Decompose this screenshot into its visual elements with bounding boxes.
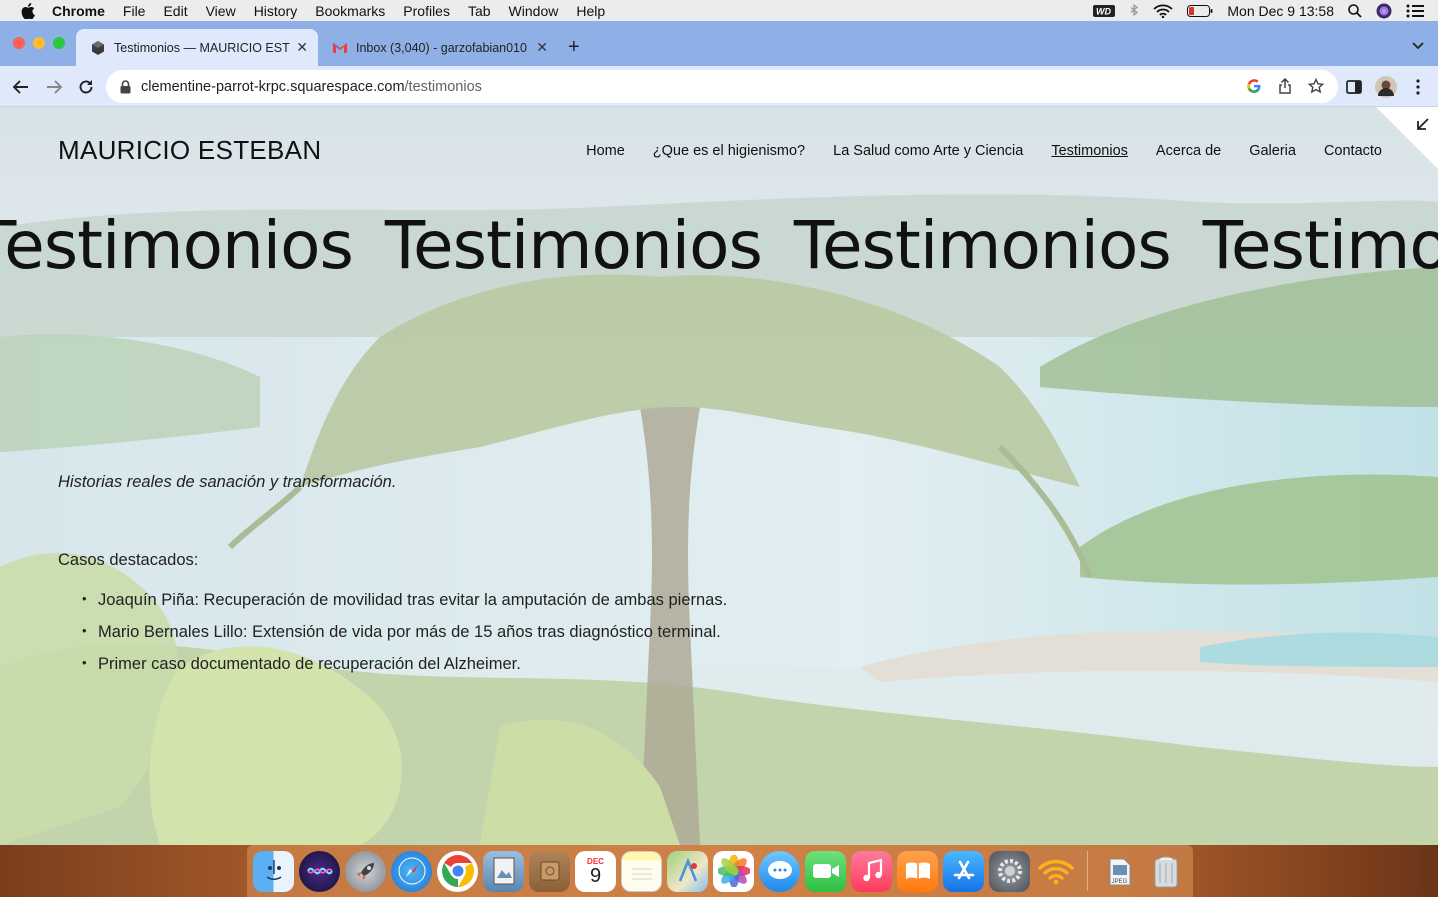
wifi-signal-dock-icon[interactable] (1035, 851, 1076, 892)
tab-testimonios[interactable]: Testimonios — MAURICIO ESTEBAN ✕ (76, 29, 318, 66)
tab-close-icon[interactable]: ✕ (296, 39, 308, 56)
menu-tab[interactable]: Tab (468, 3, 491, 19)
share-icon[interactable] (1278, 77, 1292, 99)
menu-bookmarks[interactable]: Bookmarks (315, 3, 385, 19)
bookmark-star-icon[interactable] (1307, 77, 1325, 99)
nav-home[interactable]: Home (586, 143, 625, 159)
new-tab-plus-icon[interactable]: + (568, 36, 580, 59)
window-minimize-button[interactable] (33, 37, 45, 49)
list-item: Primer caso documentado de recuperación … (82, 655, 727, 674)
nav-salud-arte-ciencia[interactable]: La Salud como Arte y Ciencia (833, 143, 1023, 159)
notefile-app-icon[interactable] (529, 850, 570, 892)
spotlight-search-icon[interactable] (1348, 0, 1362, 21)
finder-icon[interactable] (253, 850, 294, 892)
siri-app-icon[interactable] (299, 850, 340, 892)
tab-search-chevron-icon[interactable] (1412, 37, 1424, 55)
reload-icon[interactable] (74, 75, 98, 99)
window-close-button[interactable] (13, 37, 25, 49)
books-app-icon[interactable] (897, 850, 938, 892)
cases-heading: Casos destacados: (58, 551, 199, 569)
trash-icon[interactable] (1145, 851, 1186, 892)
nav-acerca-de[interactable]: Acerca de (1156, 143, 1221, 159)
menu-file[interactable]: File (123, 3, 146, 19)
app-store-icon[interactable] (943, 850, 984, 892)
site-title[interactable]: MAURICIO ESTEBAN (58, 135, 321, 166)
menu-profiles[interactable]: Profiles (403, 3, 450, 19)
google-lens-icon[interactable] (1246, 78, 1262, 99)
preview-app-icon[interactable] (483, 850, 524, 892)
wd-drive-icon[interactable]: WD (1093, 0, 1116, 21)
menu-app-name[interactable]: Chrome (52, 3, 105, 19)
macos-dock: DEC 9 JPEG (247, 845, 1193, 897)
url-host: clementine-parrot-krpc.squarespace.com (141, 78, 405, 95)
url-path: /testimonios (404, 78, 482, 95)
battery-icon[interactable] (1187, 0, 1213, 21)
menu-window[interactable]: Window (509, 3, 559, 19)
maps-app-icon[interactable] (667, 850, 708, 892)
address-bar[interactable]: clementine-parrot-krpc.squarespace.com/t… (106, 70, 1338, 103)
nav-contacto[interactable]: Contacto (1324, 143, 1382, 159)
bluetooth-icon[interactable] (1129, 0, 1139, 21)
tab-title: Testimonios — MAURICIO ESTEBAN (114, 40, 290, 55)
tab-close-icon[interactable]: ✕ (536, 39, 548, 56)
menu-help[interactable]: Help (576, 3, 605, 19)
launchpad-rocket-icon[interactable] (345, 850, 386, 892)
facetime-app-icon[interactable] (805, 850, 846, 892)
macos-menu-bar: Chrome File Edit View History Bookmarks … (0, 0, 1438, 21)
back-arrow-icon[interactable] (9, 75, 33, 99)
music-app-icon[interactable] (851, 850, 892, 892)
url-text[interactable]: clementine-parrot-krpc.squarespace.com/t… (141, 79, 482, 95)
window-zoom-button[interactable] (53, 37, 65, 49)
apple-icon[interactable] (18, 1, 38, 21)
web-page: MAURICIO ESTEBAN Home ¿Que es el higieni… (0, 107, 1438, 845)
marquee-text: Testimonios (793, 207, 1172, 284)
lock-icon[interactable] (120, 79, 131, 94)
list-item: Joaquín Piña: Recuperación de movilidad … (82, 591, 727, 610)
nav-que-es-higienismo[interactable]: ¿Que es el higienismo? (653, 143, 805, 159)
svg-text:WD: WD (1096, 6, 1111, 16)
menu-history[interactable]: History (254, 3, 298, 19)
marquee-text: Testimonios (384, 207, 763, 284)
calendar-icon[interactable]: DEC 9 (575, 850, 616, 892)
side-panel-icon[interactable] (1342, 75, 1366, 99)
notes-app-icon[interactable] (621, 850, 662, 892)
gmail-icon (332, 40, 348, 56)
profile-avatar[interactable] (1374, 75, 1398, 99)
wifi-icon[interactable] (1153, 0, 1173, 21)
siri-icon[interactable] (1376, 0, 1392, 21)
menu-view[interactable]: View (206, 3, 236, 19)
site-nav: Home ¿Que es el higienismo? La Salud com… (586, 143, 1382, 159)
marquee-text: Testimonios (0, 207, 354, 284)
nav-testimonios[interactable]: Testimonios (1051, 143, 1128, 159)
chrome-menu-kebab-icon[interactable] (1406, 75, 1430, 99)
chrome-tab-strip: Testimonios — MAURICIO ESTEBAN ✕ Inbox (… (0, 21, 1438, 66)
system-preferences-gear-icon[interactable] (989, 850, 1030, 892)
photos-app-icon[interactable] (713, 850, 754, 892)
chrome-browser-icon[interactable] (437, 850, 478, 892)
testimonios-marquee: Testimonios Testimonios Testimonios Testimo… (0, 207, 1438, 284)
squarespace-cube-icon (90, 40, 106, 56)
jpeg-file-label: JPEG (1111, 879, 1128, 885)
menu-clock[interactable]: Mon Dec 9 13:58 (1227, 3, 1334, 19)
chrome-toolbar: clementine-parrot-krpc.squarespace.com/t… (0, 66, 1438, 107)
intro-text: Historias reales de sanación y transform… (58, 473, 397, 491)
forward-arrow-icon[interactable] (42, 75, 66, 99)
safari-compass-icon[interactable] (391, 850, 432, 892)
jpeg-file-icon[interactable]: JPEG (1099, 851, 1140, 892)
cases-list: Joaquín Piña: Recuperación de movilidad … (82, 591, 727, 687)
menu-edit[interactable]: Edit (163, 3, 187, 19)
calendar-day: 9 (589, 864, 602, 887)
dock-separator (1087, 851, 1088, 891)
nav-galeria[interactable]: Galeria (1249, 143, 1296, 159)
tab-title: Inbox (3,040) - garzofabian010 (356, 40, 527, 55)
list-item: Mario Bernales Lillo: Extensión de vida … (82, 623, 727, 642)
control-center-list-icon[interactable] (1406, 0, 1424, 21)
tab-gmail-inbox[interactable]: Inbox (3,040) - garzofabian010 ✕ (318, 29, 558, 66)
marquee-text: Testimonios (1202, 207, 1438, 284)
collapse-editor-corner[interactable] (1376, 107, 1438, 169)
messages-app-icon[interactable] (759, 850, 800, 892)
